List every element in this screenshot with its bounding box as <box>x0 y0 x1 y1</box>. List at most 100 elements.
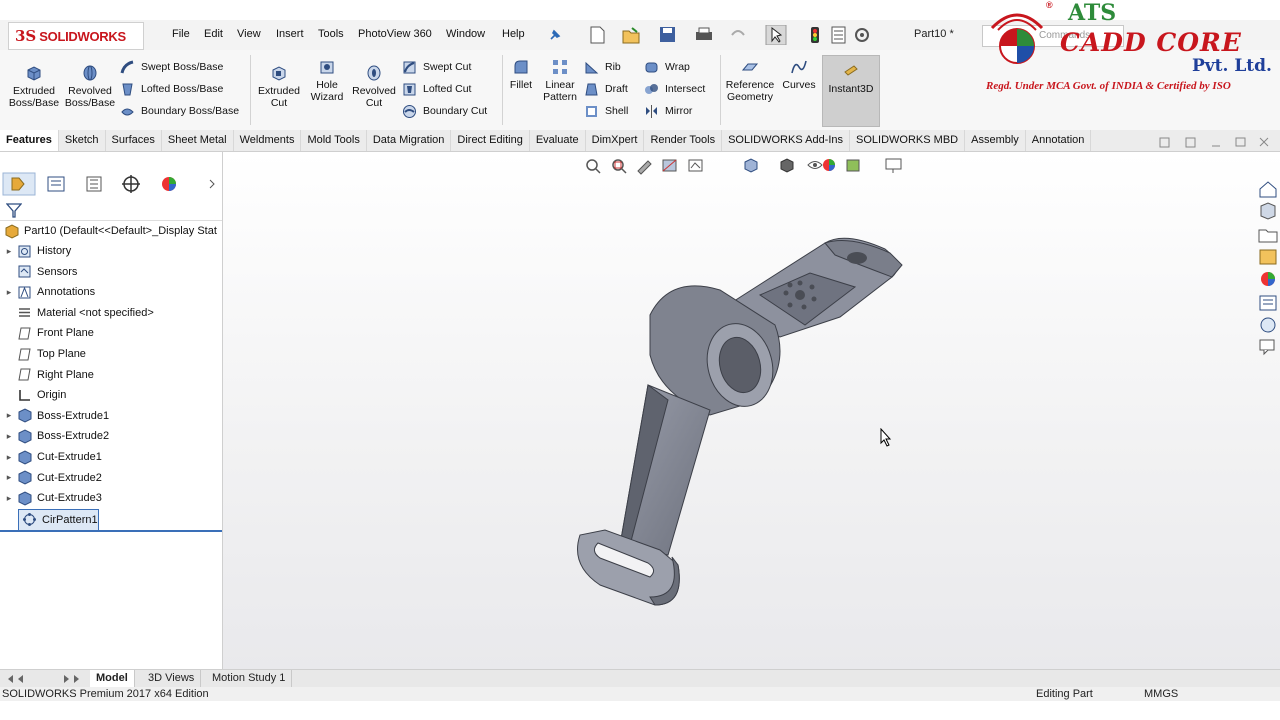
revolved-boss-button[interactable]: Revolved Boss/Base <box>64 64 116 109</box>
tree-root-label: Part10 (Default<<Default>_Display Stat <box>24 225 217 237</box>
options-icons[interactable] <box>830 25 870 45</box>
fillet-button[interactable]: Fillet <box>506 58 536 91</box>
reference-geometry-button[interactable]: Reference Geometry <box>724 58 776 103</box>
curves-button[interactable]: Curves <box>780 58 818 91</box>
menu-file[interactable]: File <box>172 28 190 40</box>
revolved-cut-icon <box>367 65 381 81</box>
tab-data-migration[interactable]: Data Migration <box>367 130 452 151</box>
part-model-3d[interactable] <box>560 225 920 615</box>
menu-edit[interactable]: Edit <box>204 28 223 40</box>
tab-features[interactable]: Features <box>0 130 59 151</box>
menu-view[interactable]: View <box>237 28 261 40</box>
tree-item[interactable]: ▸ Cut-Extrude1 <box>4 447 102 467</box>
extruded-cut-button[interactable]: Extruded Cut <box>254 64 304 109</box>
wrap-label: Wrap <box>665 61 690 73</box>
linear-pattern-button[interactable]: Linear Pattern <box>540 58 580 103</box>
tab-render-tools[interactable]: Render Tools <box>644 130 723 151</box>
tab-annotation[interactable]: Annotation <box>1026 130 1092 151</box>
menu-window[interactable]: Window <box>446 28 485 40</box>
pin-icon[interactable] <box>548 28 562 42</box>
mirror-button[interactable]: Mirror <box>644 100 720 122</box>
tab-3d-views[interactable]: 3D Views <box>142 670 202 687</box>
draft-button[interactable]: Draft <box>584 78 640 100</box>
tree-root-part[interactable]: Part10 (Default<<Default>_Display Stat <box>0 221 217 241</box>
arm-hole <box>847 252 867 264</box>
tree-item[interactable]: ▸ Cut-Extrude2 <box>4 468 102 488</box>
filter-icon[interactable] <box>6 202 22 218</box>
tree-item[interactable]: ▸ Boss-Extrude1 <box>4 406 109 426</box>
expand-arrow-icon[interactable]: ▸ <box>4 246 14 257</box>
heads-up-view-toolbar[interactable] <box>582 156 922 176</box>
lofted-boss-label: Lofted Boss/Base <box>141 83 224 95</box>
boundary-boss-button[interactable]: Boundary Boss/Base <box>120 100 250 122</box>
lofted-boss-button[interactable]: Lofted Boss/Base <box>120 78 250 100</box>
menu-photoview[interactable]: PhotoView 360 <box>358 28 432 40</box>
swept-cut-button[interactable]: Swept Cut <box>402 56 502 78</box>
tab-dimxpert[interactable]: DimXpert <box>586 130 645 151</box>
expand-arrow-icon[interactable]: ▸ <box>4 287 14 298</box>
status-units[interactable]: MMGS <box>1144 687 1178 701</box>
intersect-button[interactable]: Intersect <box>644 78 720 100</box>
tab-sheet-metal[interactable]: Sheet Metal <box>162 130 234 151</box>
view-settings-icon <box>885 158 902 173</box>
expand-arrow-icon[interactable]: ▸ <box>4 472 14 483</box>
logo-prefix: 3S <box>15 27 37 45</box>
tab-motion-study[interactable]: Motion Study 1 <box>206 670 293 687</box>
tab-evaluate[interactable]: Evaluate <box>530 130 586 151</box>
tree-item[interactable]: Sensors <box>4 262 77 282</box>
tree-item[interactable]: CirPattern1 <box>18 508 99 531</box>
menu-tools[interactable]: Tools <box>318 28 344 40</box>
tab-model[interactable]: Model <box>90 670 135 687</box>
curves-icon <box>791 60 807 74</box>
boundary-cut-button[interactable]: Boundary Cut <box>402 100 502 122</box>
expand-arrow-icon[interactable]: ▸ <box>4 431 14 442</box>
solidworks-logo[interactable]: 3S SOLIDWORKS <box>8 22 144 50</box>
tab-assembly[interactable]: Assembly <box>965 130 1026 151</box>
draft-label: Draft <box>605 83 628 95</box>
tab-mbd[interactable]: SOLIDWORKS MBD <box>850 130 966 151</box>
tab-addins[interactable]: SOLIDWORKS Add-Ins <box>722 130 851 151</box>
rollback-bar[interactable] <box>0 530 222 532</box>
tree-item[interactable]: Origin <box>4 385 66 405</box>
material-icon <box>19 308 30 318</box>
tree-item[interactable]: Material <not specified> <box>4 303 154 323</box>
hole-wizard-button[interactable]: Hole Wizard <box>306 58 348 103</box>
task-pane[interactable] <box>1256 178 1280 358</box>
tree-item[interactable]: ▸ Boss-Extrude2 <box>4 426 109 446</box>
rib-button[interactable]: Rib <box>584 56 640 78</box>
instant3d-button[interactable]: Instant3D <box>822 55 880 127</box>
tree-item[interactable]: ▸ Annotations <box>4 282 95 302</box>
menu-help[interactable]: Help <box>502 28 525 40</box>
design-library-icon <box>1258 229 1278 243</box>
tab-direct-editing[interactable]: Direct Editing <box>451 130 530 151</box>
tree-item[interactable]: ▸ History <box>4 241 71 261</box>
revolved-cut-button[interactable]: Revolved Cut <box>350 64 398 109</box>
tab-mold-tools[interactable]: Mold Tools <box>301 130 367 151</box>
window-controls[interactable] <box>1156 136 1276 150</box>
lofted-cut-button[interactable]: Lofted Cut <box>402 78 502 100</box>
feature-icon <box>18 470 32 485</box>
wrap-button[interactable]: Wrap <box>644 56 720 78</box>
cadd-core-text: CADD CORE <box>1060 28 1242 57</box>
tree-item[interactable]: Right Plane <box>4 365 94 385</box>
panel-tabs[interactable] <box>0 172 222 196</box>
command-tabs: Features Sketch Surfaces Sheet Metal Wel… <box>0 130 1280 152</box>
tab-scroll-arrows[interactable] <box>4 673 84 685</box>
tab-sketch[interactable]: Sketch <box>59 130 106 151</box>
expand-arrow-icon[interactable]: ▸ <box>4 410 14 421</box>
tab-surfaces[interactable]: Surfaces <box>106 130 162 151</box>
expand-arrow-icon[interactable]: ▸ <box>4 493 14 504</box>
revolved-cut-label: Revolved Cut <box>352 85 396 109</box>
section-view-icon <box>662 159 677 172</box>
extruded-boss-button[interactable]: Extruded Boss/Base <box>8 64 60 109</box>
menu-insert[interactable]: Insert <box>276 28 304 40</box>
swept-boss-button[interactable]: Swept Boss/Base <box>120 56 250 78</box>
shell-button[interactable]: Shell <box>584 100 640 122</box>
tree-item[interactable]: Top Plane <box>4 344 86 364</box>
tree-item[interactable]: ▸ Cut-Extrude3 <box>4 488 102 508</box>
rib-label: Rib <box>605 61 621 73</box>
tab-weldments[interactable]: Weldments <box>234 130 302 151</box>
tree-item[interactable]: Front Plane <box>4 323 94 343</box>
expand-arrow-icon[interactable]: ▸ <box>4 452 14 463</box>
tree-item-label: Origin <box>37 389 67 402</box>
